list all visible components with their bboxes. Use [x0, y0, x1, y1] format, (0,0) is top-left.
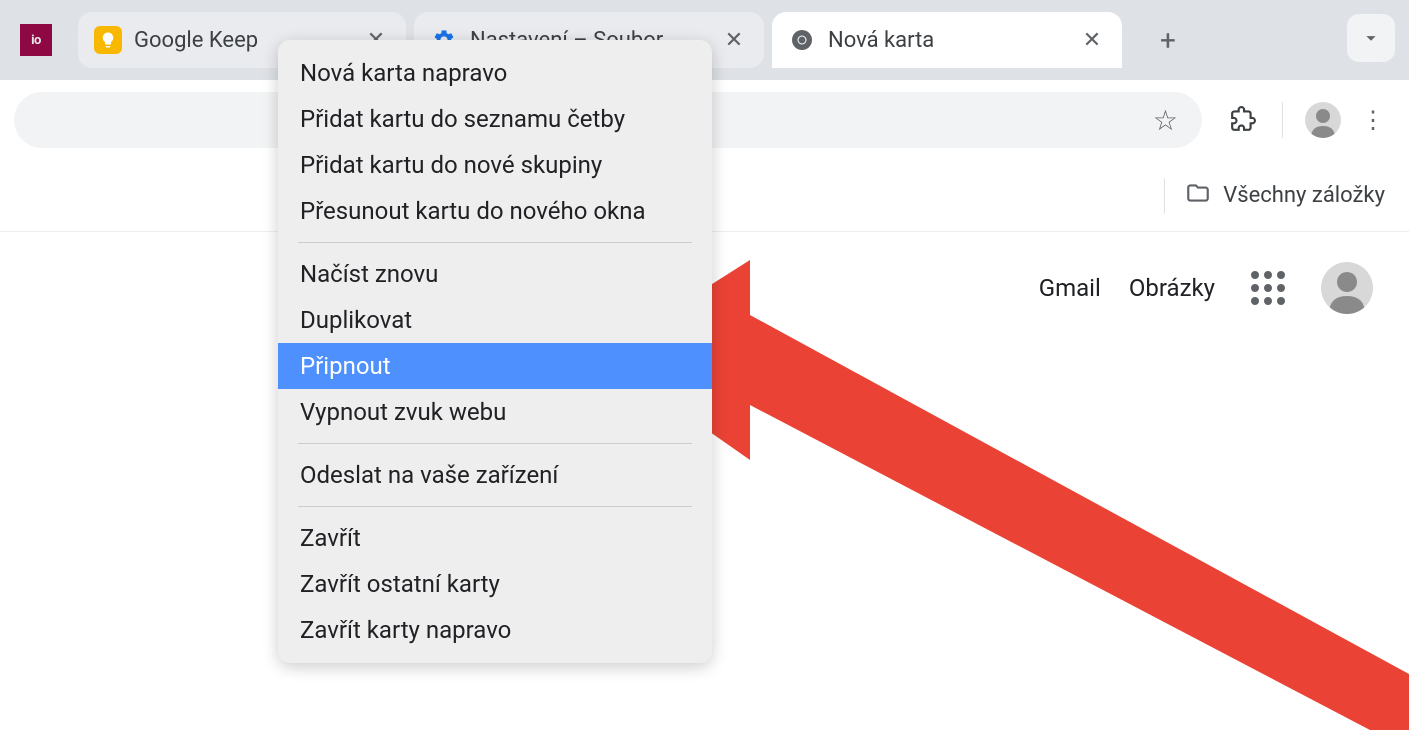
menu-item-reload[interactable]: Načíst znovu: [278, 251, 712, 297]
tab-context-menu: Nová karta napravo Přidat kartu do sezna…: [278, 40, 712, 663]
menu-item-mute-site[interactable]: Vypnout zvuk webu: [278, 389, 712, 435]
extensions-icon[interactable]: [1230, 106, 1258, 134]
images-link[interactable]: Obrázky: [1129, 274, 1215, 302]
pinned-tab-io[interactable]: io: [12, 16, 60, 64]
keep-favicon-icon: [94, 26, 122, 54]
tab-title: Nová karta: [828, 28, 1070, 53]
menu-separator: [298, 443, 692, 444]
menu-item-close[interactable]: Zavřít: [278, 515, 712, 561]
all-bookmarks-link[interactable]: Všechny záložky: [1223, 183, 1385, 208]
menu-item-add-reading-list[interactable]: Přidat kartu do seznamu četby: [278, 96, 712, 142]
gmail-link[interactable]: Gmail: [1039, 274, 1101, 302]
io-favicon: io: [20, 24, 52, 56]
menu-item-pin[interactable]: Připnout: [278, 343, 712, 389]
menu-item-duplicate[interactable]: Duplikovat: [278, 297, 712, 343]
chrome-favicon-icon: [788, 26, 816, 54]
chevron-down-icon: [1360, 27, 1382, 49]
google-apps-icon[interactable]: [1243, 263, 1293, 313]
profile-avatar[interactable]: [1305, 102, 1341, 138]
close-icon[interactable]: ✕: [720, 26, 748, 54]
menu-item-close-others[interactable]: Zavřít ostatní karty: [278, 561, 712, 607]
menu-item-add-new-group[interactable]: Přidat kartu do nové skupiny: [278, 142, 712, 188]
toolbar-divider: [1282, 102, 1283, 138]
tab-new-tab[interactable]: Nová karta ✕: [772, 12, 1122, 68]
menu-item-close-right[interactable]: Zavřít karty napravo: [278, 607, 712, 653]
bookmark-star-icon[interactable]: ☆: [1153, 104, 1178, 137]
divider: [1164, 178, 1165, 214]
account-avatar[interactable]: [1321, 262, 1373, 314]
new-tab-button[interactable]: +: [1146, 18, 1190, 62]
menu-separator: [298, 242, 692, 243]
menu-item-move-new-window[interactable]: Přesunout kartu do nového okna: [278, 188, 712, 234]
close-icon[interactable]: ✕: [1078, 26, 1106, 54]
menu-item-new-tab-right[interactable]: Nová karta napravo: [278, 50, 712, 96]
tab-search-dropdown[interactable]: [1347, 14, 1395, 62]
menu-item-send-device[interactable]: Odeslat na vaše zařízení: [278, 452, 712, 498]
browser-menu-icon[interactable]: ⋮: [1351, 98, 1395, 142]
menu-separator: [298, 506, 692, 507]
folder-icon: [1185, 180, 1211, 212]
